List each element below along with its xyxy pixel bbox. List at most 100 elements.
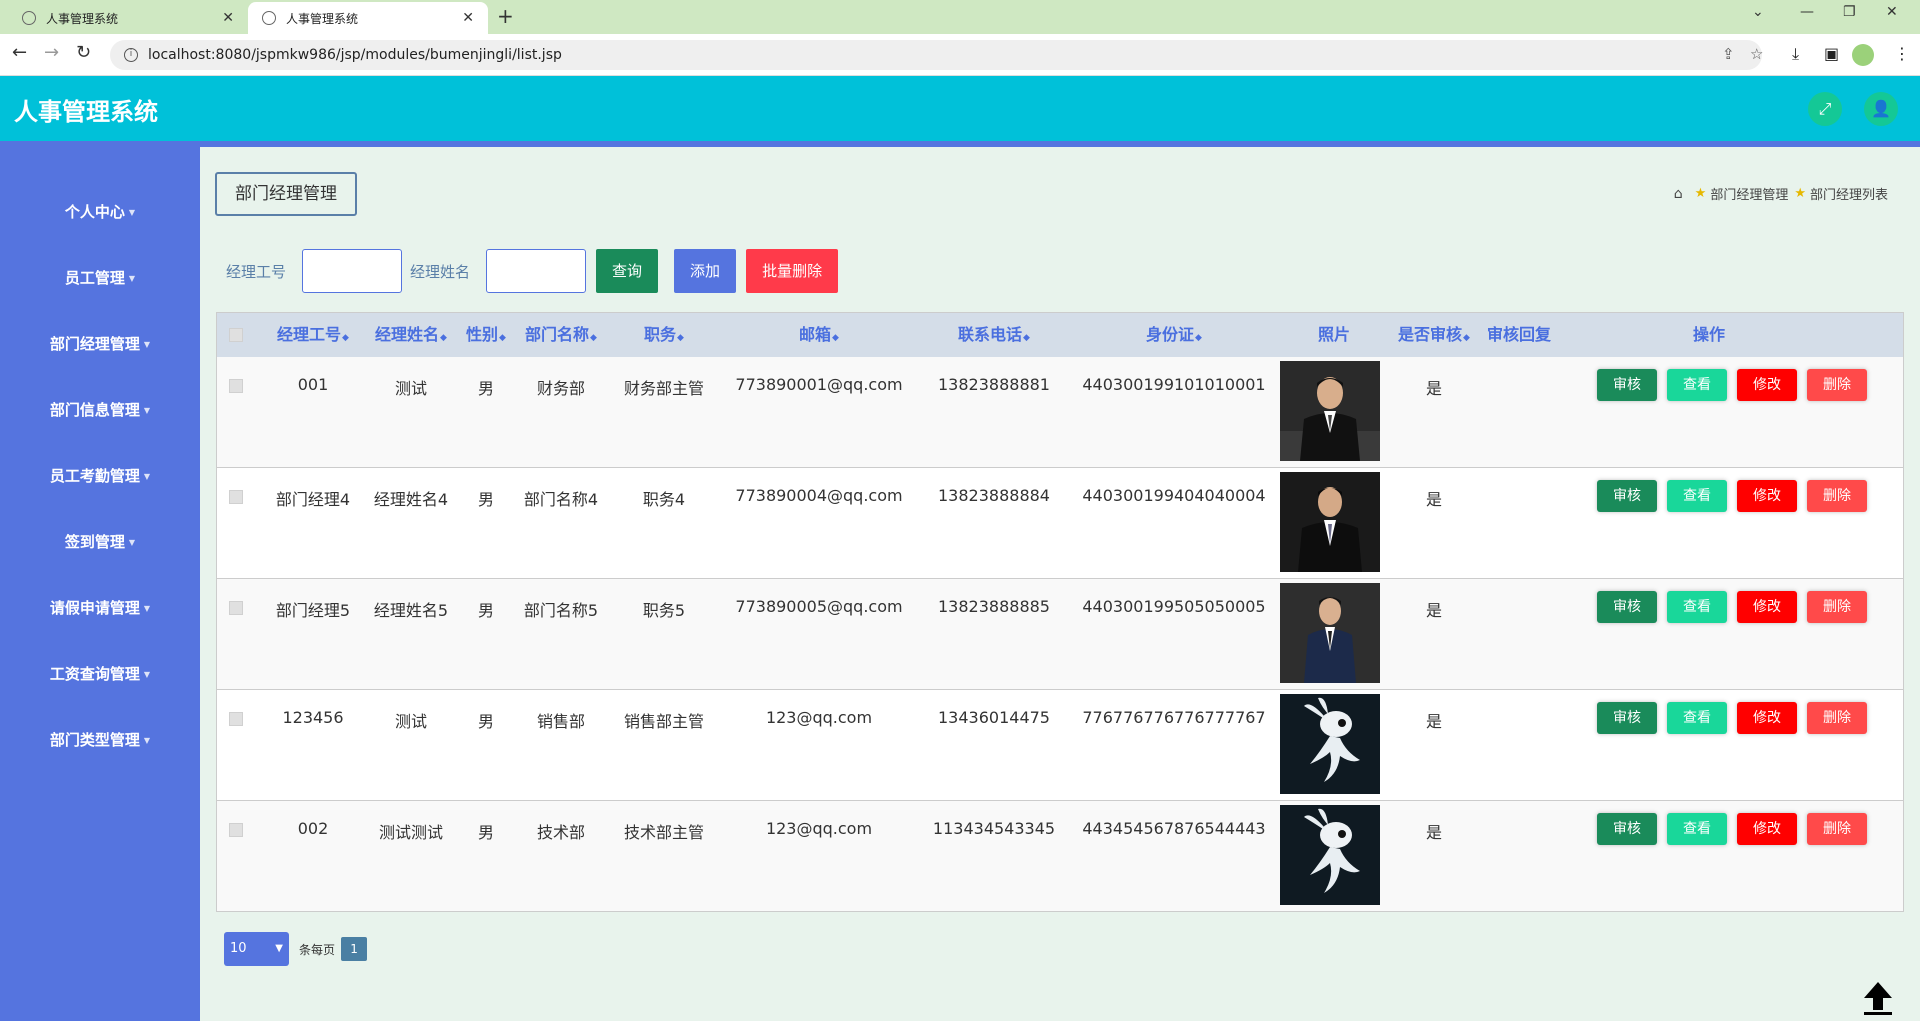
query-button[interactable]: 查询 [596,249,659,293]
reload-icon[interactable]: ↻ [76,42,91,63]
edit-button[interactable]: 修改 [1737,591,1797,623]
window-close-icon[interactable]: ✕ [1886,4,1898,20]
select-all-checkbox[interactable] [229,328,243,342]
delete-button[interactable]: 删除 [1807,702,1867,734]
cell-manager-name: 测试 [394,379,427,398]
edit-button[interactable]: 修改 [1737,480,1797,512]
header-manager-id[interactable]: 经理工号◆ [265,313,361,357]
minimize-icon[interactable]: — [1800,4,1814,20]
view-button[interactable]: 查看 [1667,480,1727,512]
header-email[interactable]: 邮箱◆ [719,313,919,357]
view-button[interactable]: 查看 [1667,369,1727,401]
page-number-button[interactable]: 1 [341,937,368,961]
header-phone[interactable]: 联系电话◆ [919,313,1069,357]
header-approved[interactable]: 是否审核◆ [1389,313,1479,357]
close-tab-icon[interactable]: ✕ [222,10,234,26]
cell-position: 技术部主管 [623,823,704,842]
page-title: 部门经理管理 [215,172,357,216]
user-icon[interactable]: 👤 [1864,92,1898,126]
sort-icon: ◆ [342,333,349,343]
close-tab-icon[interactable]: ✕ [462,10,474,26]
sidebar-item-checkin[interactable]: 签到管理 ▼ [0,531,200,552]
cell-approved: 是 [1425,712,1442,731]
menu-kebab-icon[interactable]: ⋮ [1894,44,1910,63]
row-checkbox[interactable] [229,823,243,837]
header-divider [0,141,1920,147]
sidebar-item-attendance[interactable]: 员工考勤管理 ▼ [0,465,200,486]
delete-button[interactable]: 删除 [1807,480,1867,512]
back-to-top-icon[interactable] [1862,980,1894,1016]
cell-approved: 是 [1425,601,1442,620]
bulk-delete-button[interactable]: 批量删除 [746,249,839,293]
browser-tab-2[interactable]: 人事管理系统 ✕ [248,2,488,34]
edit-button[interactable]: 修改 [1737,813,1797,845]
row-checkbox[interactable] [229,490,243,504]
cell-position: 职务4 [642,490,686,509]
url-field[interactable]: i localhost:8080/jspmkw986/jsp/modules/b… [110,40,1763,70]
delete-button[interactable]: 删除 [1807,591,1867,623]
tab-title: 人事管理系统 [46,11,119,26]
sort-icon: ◆ [677,333,684,343]
delete-button[interactable]: 删除 [1807,813,1867,845]
manager-name-input[interactable] [486,249,587,293]
row-checkbox[interactable] [229,379,243,393]
sidepanel-icon[interactable]: ▣ [1824,44,1839,63]
view-button[interactable]: 查看 [1667,702,1727,734]
tab-search-icon[interactable]: ⌄ [1752,4,1764,20]
table-row: 部门经理5 经理姓名5 男 部门名称5 职务5 773890005@qq.com… [217,579,1903,690]
header-manager-name[interactable]: 经理姓名◆ [363,313,459,357]
caret-down-icon: ▼ [128,208,136,217]
caret-down-icon: ▼ [143,670,151,679]
chevron-down-icon: ▼ [275,943,283,954]
view-button[interactable]: 查看 [1667,813,1727,845]
bookmark-star-icon[interactable]: ☆ [1750,45,1763,63]
sidebar-item-employees[interactable]: 员工管理 ▼ [0,267,200,288]
home-icon[interactable]: ⌂ [1674,186,1683,202]
manager-photo[interactable] [1280,694,1380,794]
manager-photo[interactable] [1280,361,1380,461]
sidebar-item-personal-center[interactable]: 个人中心 ▼ [0,201,200,222]
browser-tab-1[interactable]: 人事管理系统 ✕ [8,2,248,34]
back-icon[interactable]: ← [12,42,27,63]
header-dept[interactable]: 部门名称◆ [513,313,609,357]
restore-icon[interactable]: ❐ [1843,4,1856,20]
cell-manager-id: 002 [297,819,329,838]
review-button[interactable]: 审核 [1597,591,1657,623]
cell-idcard: 776776776776777767 [1082,708,1266,727]
forward-icon[interactable]: → [44,42,59,63]
download-icon[interactable]: ⤓ [1792,44,1799,64]
row-checkbox[interactable] [229,712,243,726]
header-position[interactable]: 职务◆ [609,313,719,357]
manager-photo[interactable] [1280,583,1380,683]
edit-button[interactable]: 修改 [1737,369,1797,401]
star-icon: ★ [1694,186,1707,201]
view-button[interactable]: 查看 [1667,591,1727,623]
page-size-select[interactable]: 10 ▼ [224,932,289,966]
profile-avatar[interactable] [1852,44,1874,66]
manager-id-input[interactable] [302,249,403,293]
review-button[interactable]: 审核 [1597,369,1657,401]
edit-button[interactable]: 修改 [1737,702,1797,734]
row-checkbox[interactable] [229,601,243,615]
sidebar-item-dept-types[interactable]: 部门类型管理 ▼ [0,729,200,750]
review-button[interactable]: 审核 [1597,480,1657,512]
manager-photo[interactable] [1280,805,1380,905]
sidebar-item-salary[interactable]: 工资查询管理 ▼ [0,663,200,684]
sidebar-item-leave[interactable]: 请假申请管理 ▼ [0,597,200,618]
add-button[interactable]: 添加 [674,249,737,293]
sidebar-item-dept-info[interactable]: 部门信息管理 ▼ [0,399,200,420]
breadcrumb-item[interactable]: 部门经理管理 [1710,184,1788,203]
header-idcard[interactable]: 身份证◆ [1069,313,1279,357]
delete-button[interactable]: 删除 [1807,369,1867,401]
cell-phone: 113434543345 [932,819,1056,838]
manager-photo[interactable] [1280,472,1380,572]
new-tab-icon[interactable]: + [497,4,514,28]
header-gender[interactable]: 性别◆ [459,313,513,357]
review-button[interactable]: 审核 [1597,702,1657,734]
sidebar-item-dept-managers[interactable]: 部门经理管理 ▼ [0,333,200,354]
breadcrumb-item: 部门经理列表 [1809,188,1888,203]
site-info-icon[interactable]: i [124,48,138,62]
review-button[interactable]: 审核 [1597,813,1657,845]
fullscreen-icon[interactable]: ⤢ [1808,92,1842,126]
share-icon[interactable]: ⇪ [1722,45,1735,63]
